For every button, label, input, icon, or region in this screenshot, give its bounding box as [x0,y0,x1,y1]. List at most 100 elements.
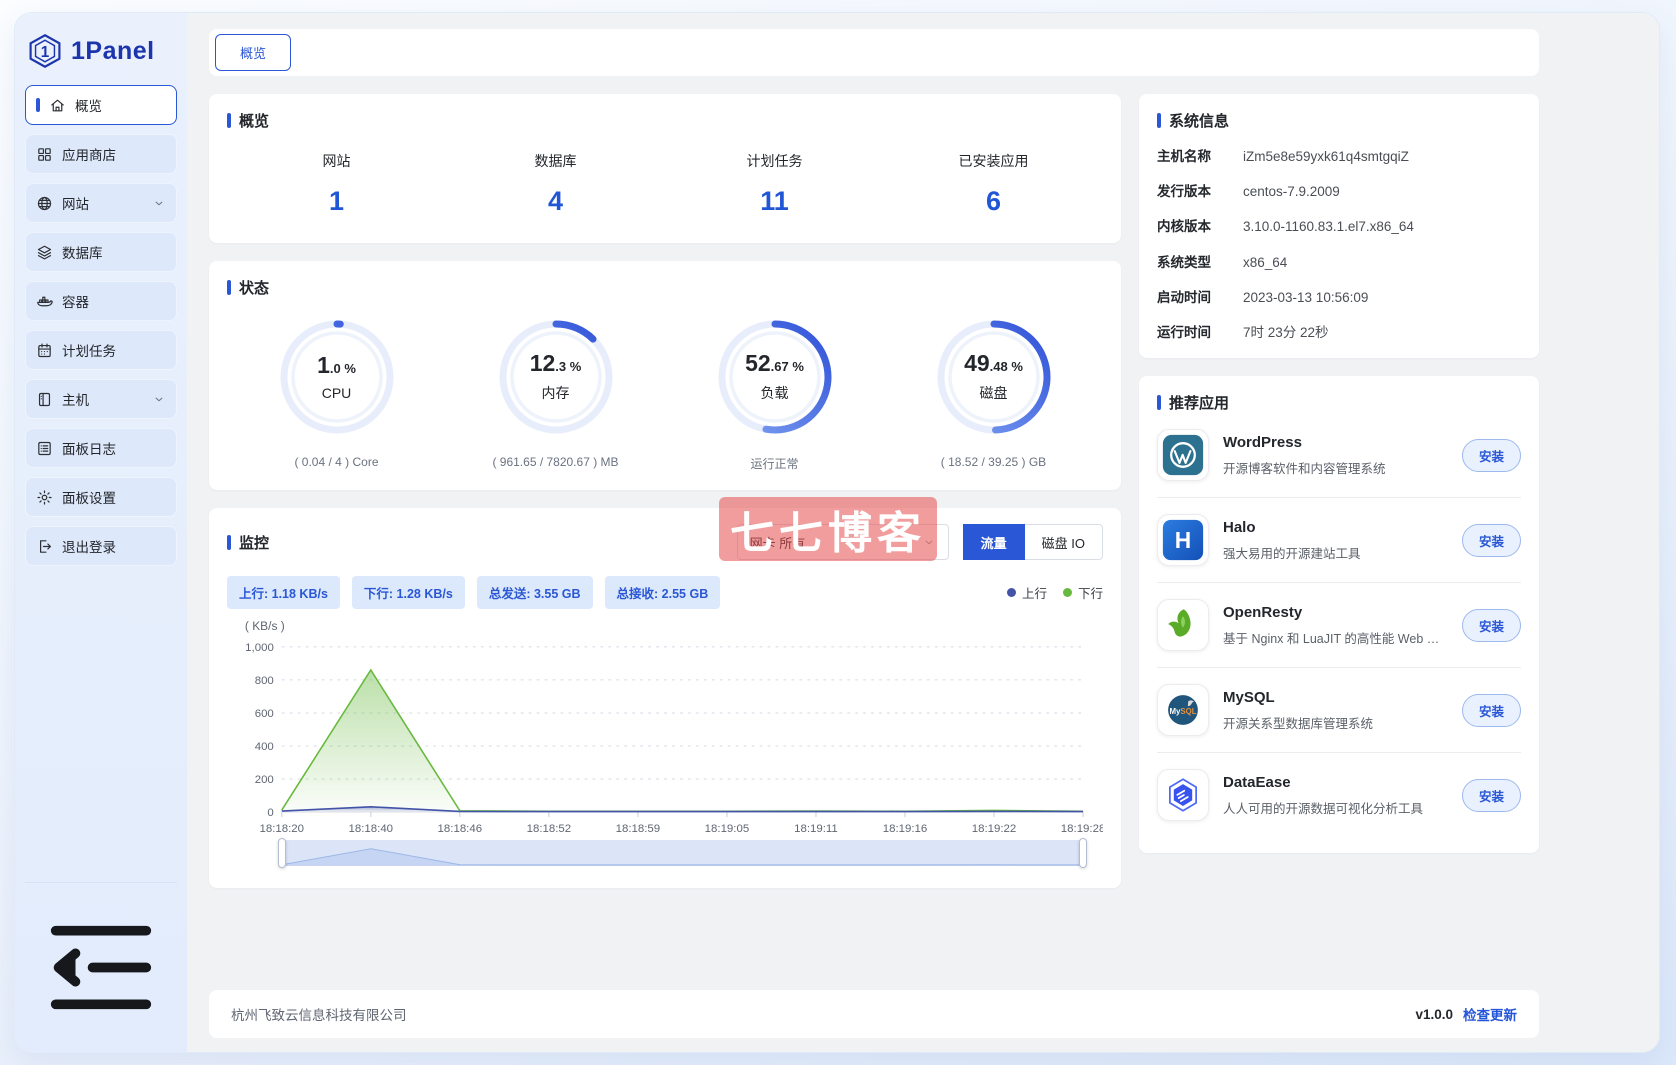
openresty-icon [1157,599,1209,652]
1panel-logo-icon: 1 [27,33,63,69]
brush-handle-left[interactable] [278,837,286,868]
tab-overview[interactable]: 概览 [215,34,292,71]
gauge-label: 内存 [541,384,570,401]
svg-text:800: 800 [255,675,274,687]
svg-text:18:18:52: 18:18:52 [527,823,572,835]
info-label: 内核版本 [1157,219,1211,235]
title-accent-bar [227,280,231,295]
toggle-button[interactable]: 流量 [962,524,1025,560]
svg-text:18:18:40: 18:18:40 [349,823,394,835]
sidebar-item[interactable]: 应用商店 [25,134,177,174]
info-value: 7时 23分 22秒 [1243,325,1329,341]
app-row: OpenResty 基于 Nginx 和 LuaJIT 的高性能 Web 平台 … [1157,583,1521,669]
title-accent-bar [227,113,231,128]
brand-name: 1Panel [71,36,155,65]
sidebar-item-label: 数据库 [62,246,103,261]
toggle-button[interactable]: 磁盘 IO [1024,524,1103,560]
gauge-label: 磁盘 [979,384,1008,401]
app-row: MySQL MySQL 开源关系型数据库管理系统 安装 [1157,668,1521,754]
sidebar-item[interactable]: 面板日志 [25,428,177,468]
system-info-rows: 主机名称 iZm5e8e59yxk61q4smtgqiZ 发行版本 centos… [1157,148,1521,342]
sidebar-item-label: 网站 [62,197,89,212]
mysql-icon: MySQL [1157,684,1209,737]
gauge-percent: 52.67 % [745,349,804,376]
info-label: 主机名称 [1157,149,1211,164]
chart-brush[interactable] [278,837,1087,868]
sidebar-item[interactable]: 容器 [25,281,177,321]
chevron-down-icon [152,392,166,406]
svg-text:18:19:16: 18:19:16 [883,823,928,835]
gauge-caption: 运行正常 [750,457,799,471]
info-label: 启动时间 [1157,289,1211,305]
app-description: 强大易用的开源建站工具 [1223,546,1361,561]
gauge-label: 负载 [760,384,789,401]
company-name: 杭州飞致云信息科技有限公司 [231,1008,407,1023]
sidebar-item[interactable]: 面板设置 [25,477,177,517]
status-gauges: 1.0 % CPU ( 0.04 / 4 ) Core 12.3 % 内存 (… [227,298,1103,474]
title-accent-bar [1157,113,1161,128]
cron-icon [36,342,53,359]
monitor-card: 监控 网卡 所有 流量 磁盘 IO 上行: 1.18 KB/s 下行: 1.28… [209,508,1121,888]
stat-value: 6 [985,186,1002,216]
container-icon [36,293,53,310]
svg-text:18:18:46: 18:18:46 [438,823,483,835]
website-icon [36,195,53,212]
gauge-percent: 1.0 % [317,351,356,378]
sidebar-item-label: 概览 [75,99,102,114]
overview-stats: 网站 1 数据库 4 计划任务 11 已安装应用 6 [227,131,1103,227]
sidebar-item[interactable]: 网站 [25,183,177,223]
app-window: 1 1Panel 概览 应用商店 网站 数据库 容器 计划任务 主机 面板日志 … [14,12,1660,1053]
logo: 1 1Panel [25,27,177,85]
svg-text:18:19:22: 18:19:22 [972,823,1017,835]
legend-item[interactable]: 上行 [1006,583,1047,602]
install-button[interactable]: 安装 [1461,608,1521,642]
footer: 杭州飞致云信息科技有限公司 v1.0.0 检查更新 [209,990,1539,1038]
install-button[interactable]: 安装 [1461,693,1521,727]
stat-value: 11 [760,186,789,216]
install-button[interactable]: 安装 [1461,778,1521,812]
chevron-down-icon [922,535,936,549]
right-column: 系统信息 主机名称 iZm5e8e59yxk61q4smtgqiZ 发行版本 c… [1139,94,1539,854]
sidebar-item[interactable]: 数据库 [25,232,177,272]
svg-text:( KB/s ): ( KB/s ) [245,619,285,633]
app-name: OpenResty [1223,603,1303,621]
svg-text:18:18:20: 18:18:20 [260,823,305,835]
legend-label: 上行 [1021,587,1047,601]
dataease-icon [1157,769,1209,822]
gauge: 52.67 % 负载 运行正常 [665,314,884,472]
host-icon [36,391,53,408]
gauge: 49.48 % 磁盘 ( 18.52 / 39.25 ) GB [884,314,1103,472]
check-update-link[interactable]: 检查更新 [1463,1004,1517,1024]
sidebar-item[interactable]: 退出登录 [25,526,177,566]
stat-value: 1 [328,186,345,216]
halo-icon: H [1157,514,1209,567]
system-info-row: 系统类型 x86_64 [1157,254,1521,272]
gauge-caption: ( 18.52 / 39.25 ) GB [940,455,1047,469]
sidebar-item[interactable]: 主机 [25,379,177,419]
stat-item: 计划任务 11 [665,151,884,217]
app-row: DataEase 人人可用的开源数据可视化分析工具 安装 [1157,753,1521,837]
install-button[interactable]: 安装 [1461,438,1521,472]
system-info-row: 运行时间 7时 23分 22秒 [1157,324,1521,342]
nic-select[interactable]: 网卡 所有 [736,524,949,560]
traffic-badge: 总发送: 3.55 GB [476,576,593,609]
svg-text:600: 600 [255,708,274,720]
system-info-card: 系统信息 主机名称 iZm5e8e59yxk61q4smtgqiZ 发行版本 c… [1139,94,1539,359]
svg-text:400: 400 [255,741,274,753]
gauge: 1.0 % CPU ( 0.04 / 4 ) Core [227,314,446,472]
install-button[interactable]: 安装 [1461,523,1521,557]
sidebar-item[interactable]: 概览 [25,85,177,125]
active-indicator-bar [36,98,40,112]
legend-item[interactable]: 下行 [1062,583,1103,602]
info-value: x86_64 [1243,254,1288,270]
svg-text:1: 1 [41,44,50,61]
sidebar-item[interactable]: 计划任务 [25,330,177,370]
brush-handle-right[interactable] [1079,837,1087,868]
collapse-sidebar-icon[interactable] [33,925,169,1042]
svg-text:18:19:05: 18:19:05 [705,823,750,835]
svg-text:18:19:28: 18:19:28 [1061,823,1103,835]
info-value: iZm5e8e59yxk61q4smtgqiZ [1243,149,1409,164]
app-description: 人人可用的开源数据可视化分析工具 [1223,801,1424,816]
stat-label: 数据库 [534,153,577,169]
svg-text:0: 0 [267,807,273,819]
